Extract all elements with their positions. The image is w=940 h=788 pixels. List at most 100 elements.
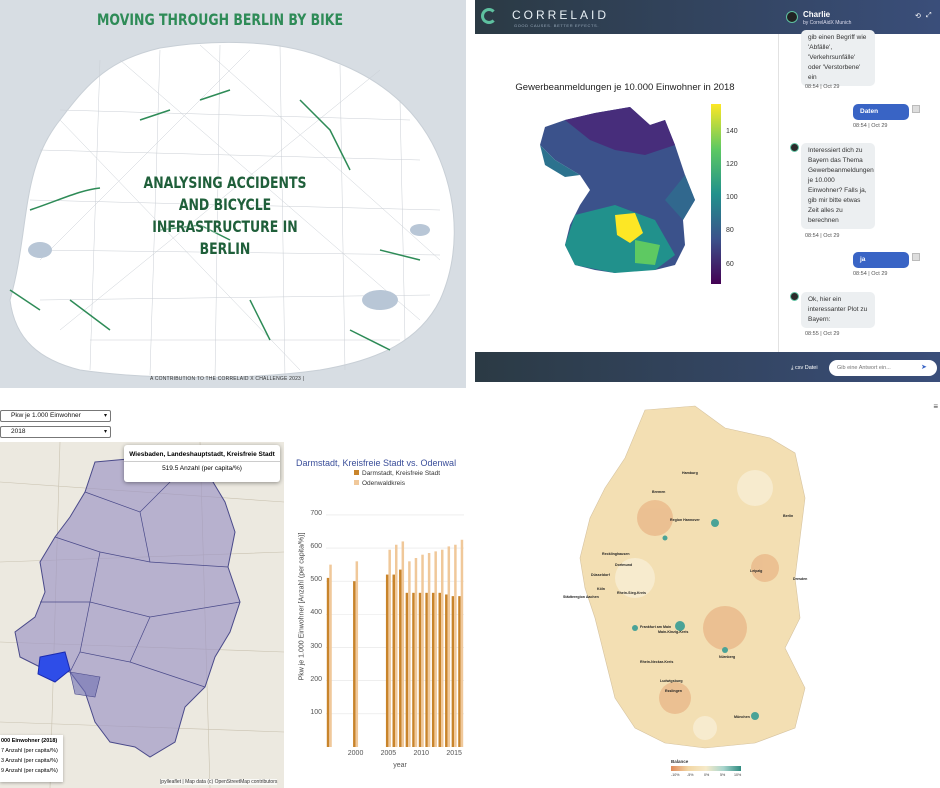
balance-legend-tick: 5%	[720, 773, 726, 777]
bar-darmstadt[interactable]	[451, 596, 455, 747]
poster-credit: A CONTRIBUTION TO THE CORRELAID X CHALLE…	[150, 376, 305, 382]
correlaid-logo-icon	[481, 8, 497, 24]
bar-odenwald[interactable]	[427, 553, 431, 747]
csv-download-label: csv Datei	[794, 365, 818, 371]
bar-odenwald[interactable]	[441, 549, 444, 747]
bar-odenwald[interactable]	[388, 549, 391, 747]
bar-chart-plot	[326, 514, 464, 747]
germany-balance-map: ≡ Hamburg Bremen Region Hannover Berlin …	[475, 398, 940, 788]
send-icon[interactable]: ➤	[921, 363, 927, 371]
berlin-bike-poster: MOVING THROUGH BERLIN BY BIKE ANALYSING …	[0, 0, 466, 388]
bavaria-choropleth-map	[540, 107, 695, 273]
colorbar	[711, 104, 721, 284]
chevron-down-icon: ▾	[103, 429, 107, 435]
legend-swatch	[354, 480, 359, 485]
colorbar-tick: 140	[726, 128, 738, 135]
indicator-select[interactable]: Pkw je 1.000 Einwohner ▾	[0, 410, 111, 422]
city-label: Köln	[597, 587, 605, 591]
city-label: Städteregion Aachen	[563, 595, 599, 599]
city-label: Frankfurt am Main	[640, 625, 672, 629]
bar-odenwald[interactable]	[460, 539, 464, 747]
map-legend-row: 3 Anzahl (per capita/%)	[1, 758, 58, 764]
bar-darmstadt[interactable]	[412, 592, 415, 747]
bar-darmstadt[interactable]	[425, 592, 428, 747]
user-avatar-icon	[912, 253, 920, 261]
bar-odenwald[interactable]	[401, 541, 405, 747]
city-label: Region Hannover	[670, 518, 700, 522]
message-timestamp: 08:54 | Oct 29	[805, 233, 840, 239]
hesse-dashboard: s: Pkw je 1.000 Einwohner▾ r: 2018▾ Wies…	[0, 398, 466, 788]
bar-darmstadt[interactable]	[438, 592, 441, 747]
chat-message-user: ja	[853, 252, 909, 268]
bar-odenwald[interactable]	[395, 544, 398, 747]
legend-item-odenwald: Odenwaldkreis	[354, 480, 405, 487]
message-timestamp: 08:55 | Oct 29	[805, 331, 840, 337]
balance-legend-tick: -5%	[687, 773, 694, 777]
y-tick-label: 300	[310, 642, 322, 650]
city-label: Berlin	[783, 514, 794, 518]
colorbar-tick: 100	[726, 194, 738, 201]
bar-odenwald[interactable]	[408, 561, 411, 747]
bar-odenwald[interactable]	[434, 551, 437, 747]
poster-subtitle-line1: ANALYSING ACCIDENTS AND BICYCLE	[143, 173, 307, 214]
colorbar-tick: 80	[726, 227, 734, 234]
germany-choropleth	[579, 405, 806, 749]
bar-darmstadt[interactable]	[326, 577, 330, 747]
bar-odenwald[interactable]	[447, 546, 451, 747]
legend-item-darmstadt: Darmstadt, Kreisfreie Stadt	[354, 470, 440, 477]
bar-chart-xlabel: year	[393, 762, 407, 769]
bar-odenwald[interactable]	[454, 544, 457, 747]
poster-subtitle-line2: INFRASTRUCTURE IN BERLIN	[152, 217, 298, 258]
bar-odenwald[interactable]	[421, 554, 424, 747]
chat-message-bot: gib einen Begriff wie 'Abfälle', 'Verkeh…	[801, 30, 875, 86]
city-label: Leipzig	[750, 569, 763, 573]
bar-darmstadt[interactable]	[399, 569, 402, 747]
city-label: Düsseldorf	[591, 573, 610, 577]
city-label: Esslingen	[665, 689, 682, 693]
chat-message-user: Daten	[853, 104, 909, 120]
message-timestamp: 08:54 | Oct 29	[853, 123, 888, 129]
bar-darmstadt[interactable]	[392, 574, 395, 747]
map-legend-row: 7 Anzahl (per capita/%)	[1, 748, 58, 754]
city-label: Ludwigsburg	[660, 679, 683, 683]
city-label: Rhein-Sieg-Kreis	[617, 591, 646, 595]
city-label: Dresden	[793, 577, 808, 581]
map-legend-row: 9 Anzahl (per capita/%)	[1, 768, 58, 774]
bot-subtitle: by CorrelAidX Munich	[803, 20, 852, 26]
balance-legend-tick: 10%	[734, 773, 742, 777]
bar-darmstadt[interactable]	[458, 596, 461, 747]
bot-name: Charlie	[803, 10, 831, 19]
chatbot-app: CORRELAID GOOD CAUSES. BETTER EFFECTS. C…	[475, 0, 940, 382]
bot-avatar-icon	[790, 143, 799, 152]
user-avatar-icon	[912, 105, 920, 113]
city-label: Rhein-Neckar-Kreis	[640, 660, 674, 664]
chat-divider	[778, 34, 779, 352]
year-select-value: 2018	[11, 428, 26, 435]
chat-message-bot: Ok, hier ein interessanter Plot zu Bayer…	[801, 292, 875, 328]
brand-name: CORRELAID	[512, 8, 610, 22]
city-label: Main-Kinzig-Kreis	[658, 630, 689, 634]
popup-region-value: 519.5 Anzahl (per capita/%)	[124, 461, 280, 475]
bar-darmstadt[interactable]	[405, 592, 409, 747]
bar-darmstadt[interactable]	[431, 592, 435, 747]
map-attribution: |pylleaflet | Map data (c) OpenStreetMap…	[160, 779, 278, 785]
bavaria-chart-title: Gewerbeanmeldungen je 10.000 Einwohner i…	[515, 82, 735, 93]
expand-icon[interactable]: ⤢	[926, 12, 932, 20]
map-legend-title: 000 Einwohner (2018)	[1, 738, 58, 744]
brand-tagline: GOOD CAUSES. BETTER EFFECTS.	[514, 23, 600, 28]
year-select[interactable]: 2018 ▾	[0, 426, 111, 438]
csv-download-button[interactable]: ⤓ csv Datei	[791, 365, 818, 372]
bar-darmstadt[interactable]	[353, 581, 356, 747]
city-label: München	[734, 715, 750, 719]
bar-darmstadt[interactable]	[445, 594, 448, 747]
city-label: Bremen	[652, 490, 666, 494]
bar-odenwald[interactable]	[414, 558, 418, 747]
bar-odenwald[interactable]	[329, 564, 332, 747]
y-tick-label: 600	[310, 543, 322, 551]
bar-darmstadt[interactable]	[418, 592, 422, 747]
bar-odenwald[interactable]	[355, 561, 359, 747]
refresh-icon[interactable]: ⟲	[915, 12, 921, 20]
bar-darmstadt[interactable]	[385, 574, 389, 747]
legend-label: Odenwaldkreis	[362, 480, 405, 487]
y-tick-label: 200	[310, 675, 322, 683]
